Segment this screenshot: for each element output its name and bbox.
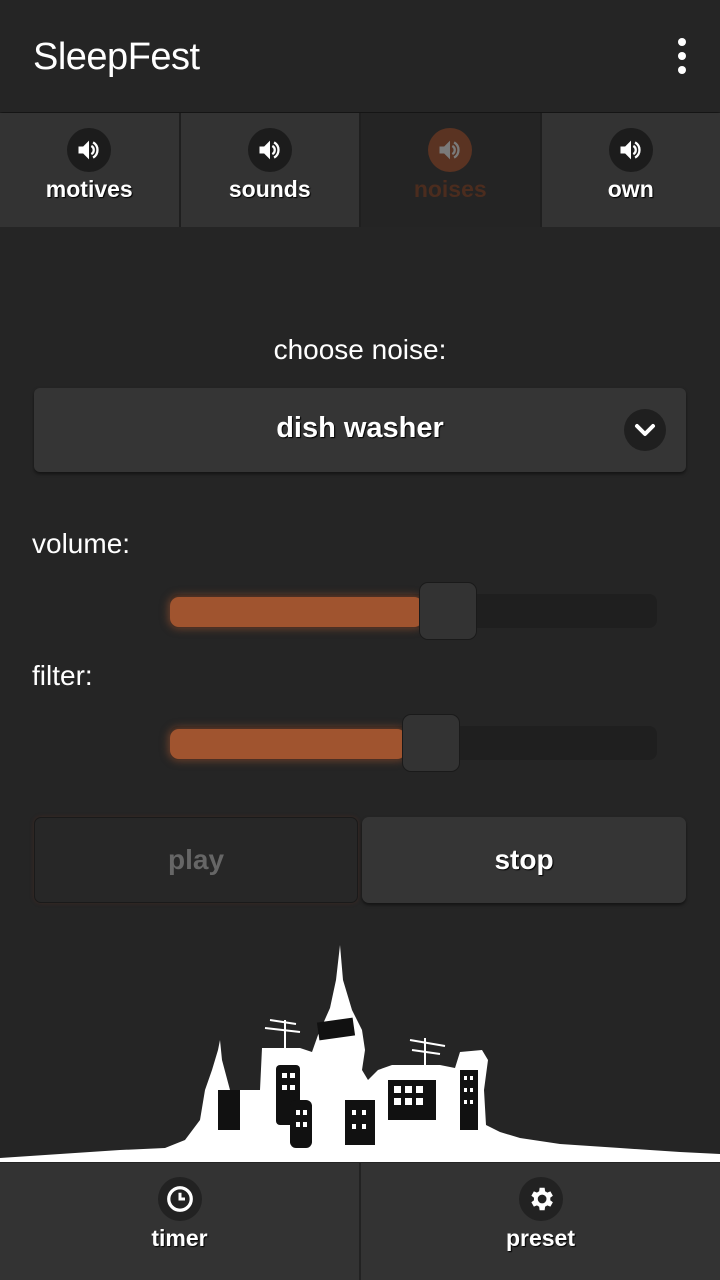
tab-label: motives — [45, 176, 133, 202]
slider-thumb[interactable] — [401, 714, 460, 772]
gear-icon — [518, 1177, 563, 1221]
noise-select-value: dish washer — [276, 412, 444, 444]
tab-label: own — [607, 176, 654, 202]
slider-fill — [170, 597, 423, 627]
tab-bar: motives sounds noises own — [0, 113, 720, 227]
volume-label: volume: — [32, 528, 131, 559]
tab-label: noises — [413, 176, 487, 202]
speaker-icon — [428, 128, 473, 172]
tab-own[interactable]: own — [541, 113, 720, 227]
volume-slider[interactable] — [170, 582, 657, 640]
bottom-bar: timer preset — [0, 1163, 720, 1280]
more-options-icon[interactable] — [674, 38, 690, 74]
play-button[interactable]: play — [34, 817, 358, 903]
timer-label: timer — [151, 1225, 208, 1251]
slider-thumb[interactable] — [418, 582, 477, 640]
chevron-down-icon — [624, 409, 666, 451]
speaker-icon — [247, 128, 292, 172]
filter-label: filter: — [32, 660, 93, 691]
preset-label: preset — [505, 1225, 576, 1251]
stop-button[interactable]: stop — [362, 817, 686, 903]
speaker-icon — [608, 128, 653, 172]
preset-button[interactable]: preset — [361, 1163, 720, 1280]
speaker-icon — [67, 128, 112, 172]
app-bar: SleepFest — [0, 0, 720, 112]
slider-fill — [170, 729, 406, 759]
timer-button[interactable]: timer — [0, 1163, 361, 1280]
tab-motives[interactable]: motives — [0, 113, 181, 227]
city-skyline-illustration — [0, 945, 720, 1162]
tab-sounds[interactable]: sounds — [180, 113, 361, 227]
tab-label: sounds — [228, 176, 311, 202]
app-title: SleepFest — [33, 36, 200, 78]
noise-select[interactable]: dish washer — [34, 388, 686, 472]
tab-noises[interactable]: noises — [361, 113, 542, 227]
choose-noise-label: choose noise: — [273, 334, 447, 365]
filter-slider[interactable] — [170, 714, 657, 772]
clock-icon — [157, 1177, 202, 1221]
